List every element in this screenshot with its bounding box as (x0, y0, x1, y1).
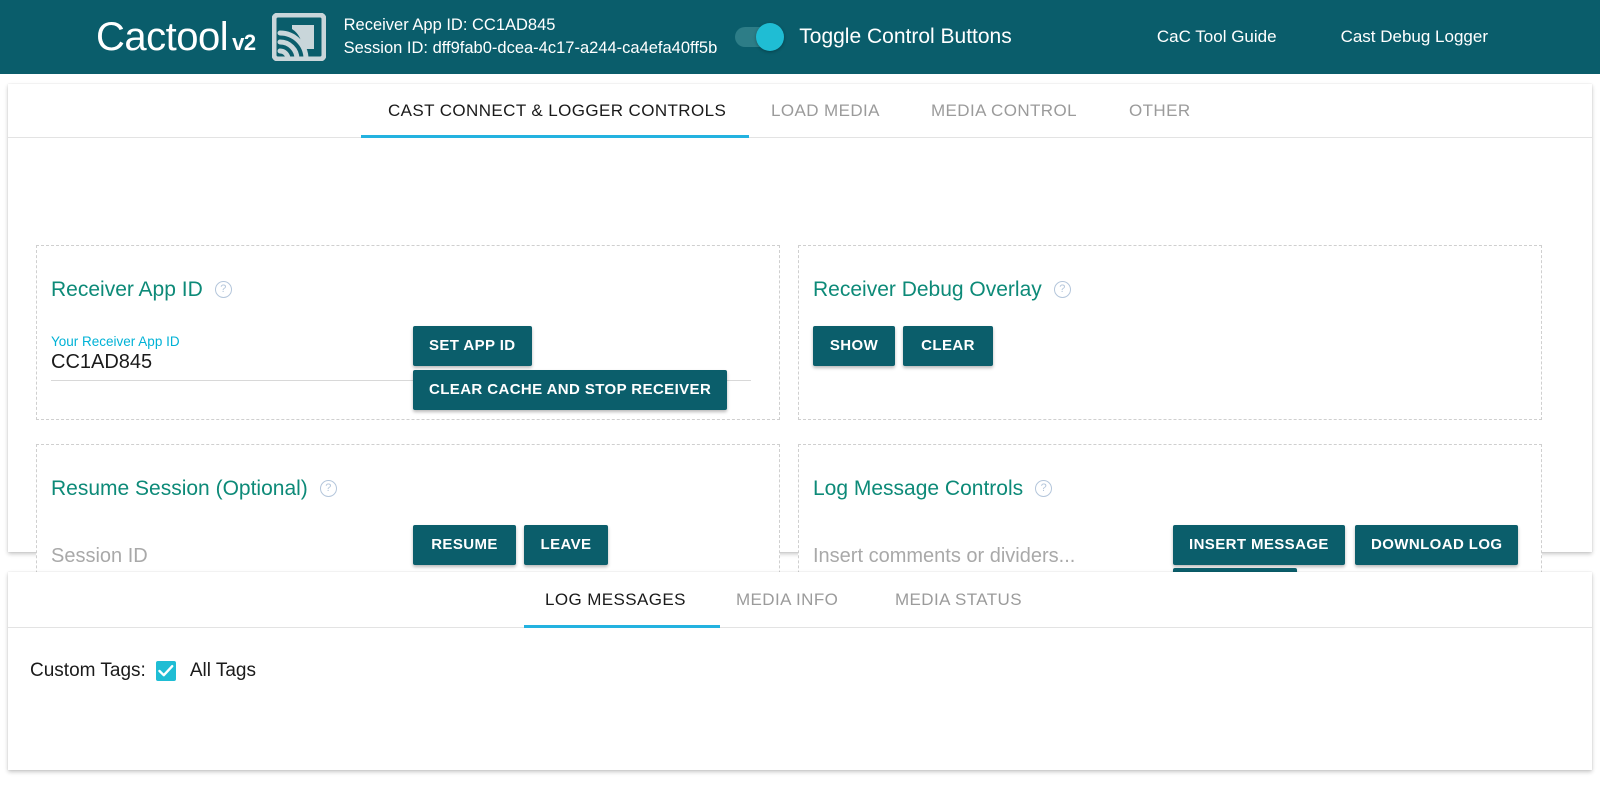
header-nav-links: CaC Tool Guide Cast Debug Logger (1093, 27, 1600, 47)
custom-tags-label: Custom Tags: (30, 660, 146, 682)
session-id-field-placeholder: Session ID (51, 545, 148, 567)
receiver-app-id-text: Receiver App ID: CC1AD845 (344, 14, 718, 37)
toggle-control-buttons-group[interactable]: Toggle Control Buttons (735, 25, 1011, 49)
tab-log-messages[interactable]: LOG MESSAGES (545, 590, 686, 610)
card-title-text: Receiver App ID (51, 278, 203, 302)
show-overlay-button[interactable]: SHOW (813, 326, 895, 366)
tab-load-media[interactable]: LOAD MEDIA (771, 101, 880, 121)
card-receiver-app-id-title: Receiver App ID ? (51, 278, 232, 302)
controls-panel: CAST CONNECT & LOGGER CONTROLS LOAD MEDI… (8, 84, 1592, 552)
brand-logo: Cactoolv2 (96, 15, 256, 60)
brand-version: v2 (232, 30, 255, 55)
toggle-knob (756, 23, 784, 51)
clear-overlay-button[interactable]: CLEAR (903, 326, 993, 366)
tab-media-control[interactable]: MEDIA CONTROL (931, 101, 1077, 121)
card-resume-session-title: Resume Session (Optional) ? (51, 477, 337, 501)
set-app-id-button[interactable]: SET APP ID (413, 326, 532, 366)
card-title-text: Log Message Controls (813, 477, 1023, 501)
log-message-field-placeholder: Insert comments or dividers... (813, 545, 1075, 567)
all-tags-checkbox[interactable] (156, 661, 176, 681)
custom-tags-row: Custom Tags: All Tags (30, 660, 256, 682)
app-header: Cactoolv2 Receiver App ID: CC1AD845 Sess… (0, 0, 1600, 74)
card-title-text: Resume Session (Optional) (51, 477, 308, 501)
active-tab-indicator (361, 135, 749, 138)
toggle-control-buttons-label: Toggle Control Buttons (799, 25, 1011, 49)
help-circle-icon[interactable]: ? (1035, 480, 1052, 497)
session-id-text: Session ID: dff9fab0-dcea-4c17-a244-ca4e… (344, 37, 718, 60)
help-circle-icon[interactable]: ? (215, 281, 232, 298)
log-panel: LOG MESSAGES MEDIA INFO MEDIA STATUS Cus… (8, 572, 1592, 770)
card-log-message-controls-title: Log Message Controls ? (813, 477, 1052, 501)
tab-media-status[interactable]: MEDIA STATUS (895, 590, 1022, 610)
tab-other[interactable]: OTHER (1129, 101, 1191, 121)
card-receiver-debug-overlay: Receiver Debug Overlay ? SHOW CLEAR (798, 245, 1542, 420)
card-title-text: Receiver Debug Overlay (813, 278, 1042, 302)
tab-cast-connect-logger-controls[interactable]: CAST CONNECT & LOGGER CONTROLS (388, 101, 726, 121)
tab-media-info[interactable]: MEDIA INFO (736, 590, 838, 610)
help-circle-icon[interactable]: ? (1054, 281, 1071, 298)
main-tab-bar: CAST CONNECT & LOGGER CONTROLS LOAD MEDI… (8, 84, 1592, 138)
leave-button[interactable]: LEAVE (524, 525, 608, 565)
card-receiver-debug-overlay-title: Receiver Debug Overlay ? (813, 278, 1071, 302)
toggle-control-buttons-switch[interactable] (735, 27, 781, 47)
link-cac-tool-guide[interactable]: CaC Tool Guide (1157, 27, 1277, 47)
link-cast-debug-logger[interactable]: Cast Debug Logger (1341, 27, 1488, 47)
card-receiver-app-id: Receiver App ID ? Your Receiver App ID C… (36, 245, 780, 420)
receiver-app-id-field-label: Your Receiver App ID (51, 334, 751, 349)
active-log-tab-indicator (524, 625, 720, 628)
help-circle-icon[interactable]: ? (320, 480, 337, 497)
all-tags-label: All Tags (190, 660, 256, 682)
insert-message-button[interactable]: INSERT MESSAGE (1173, 525, 1345, 565)
log-tab-bar: LOG MESSAGES MEDIA INFO MEDIA STATUS (8, 572, 1592, 628)
brand-name: Cactool (96, 15, 228, 59)
receiver-app-id-field-value: CC1AD845 (51, 351, 152, 373)
resume-button[interactable]: RESUME (413, 525, 516, 565)
cast-icon (272, 13, 326, 61)
session-id-field[interactable]: Session ID (51, 545, 411, 575)
log-message-field[interactable]: Insert comments or dividers... (813, 545, 1173, 575)
clear-cache-and-stop-receiver-button[interactable]: CLEAR CACHE AND STOP RECEIVER (413, 370, 727, 410)
session-identifiers: Receiver App ID: CC1AD845 Session ID: df… (344, 14, 718, 61)
check-icon (158, 664, 174, 678)
download-log-button[interactable]: DOWNLOAD LOG (1355, 525, 1518, 565)
